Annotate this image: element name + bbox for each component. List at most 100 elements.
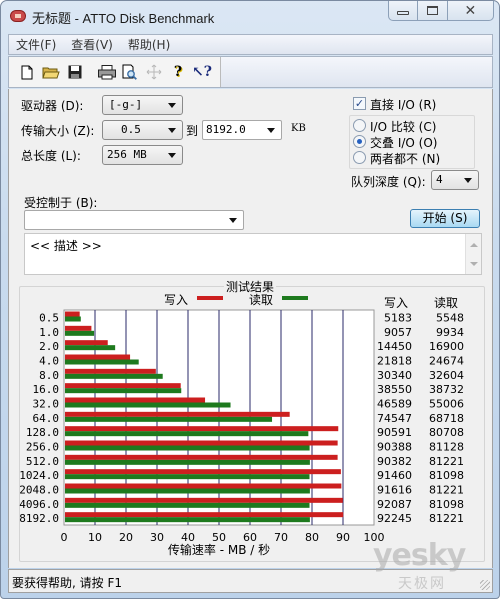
write-value: 91460 [377,469,412,482]
x-tick-label: 90 [336,531,350,544]
bar-write [65,469,341,475]
move-icon [146,64,162,80]
move-button[interactable] [145,63,163,81]
minimize-icon [397,10,410,15]
write-value: 74547 [377,412,412,425]
bar-read [65,359,139,365]
write-value: 30340 [377,369,412,382]
category-label: 0.5 [39,312,59,325]
bar-read [65,502,310,508]
close-button[interactable]: ✕ [448,1,493,20]
write-value: 9057 [384,326,412,339]
bar-write [65,354,131,360]
x-tick-label: 0 [61,531,68,544]
write-value: 91616 [377,484,412,497]
help-button[interactable]: ? [169,63,187,81]
read-value: 9934 [436,326,464,339]
main-panel: 驱动器 (D): [-g-] 传输大小 (Z): 0.5 到 8192.0 KB… [8,89,493,568]
bar-read [65,445,310,451]
bar-write [65,383,181,389]
category-label: 1024.0 [19,469,59,482]
write-value: 92087 [377,498,412,511]
window-title: 无标题 - ATTO Disk Benchmark [32,11,215,26]
bar-read [65,488,310,494]
app-window: 无标题 - ATTO Disk Benchmark ✕ 文件(F) 查看(V) … [0,0,500,599]
open-file-button[interactable] [42,63,60,81]
read-value: 81221 [429,512,464,525]
toolbar-button-group: ? ↖? [9,57,221,87]
bar-read [65,517,310,523]
read-value: 16900 [429,340,464,353]
status-text: 要获得帮助, 请按 F1 [12,576,122,590]
x-tick-label: 80 [305,531,319,544]
bar-read [65,459,310,465]
read-value: 81098 [429,498,464,511]
atto-app-icon [10,10,26,22]
legend-label-0: 写入 [164,293,188,307]
category-label: 2.0 [39,340,59,353]
category-label: 64.0 [33,412,60,425]
read-value: 32604 [429,369,464,382]
bar-write [65,368,156,374]
title-bar[interactable]: 无标题 - ATTO Disk Benchmark ✕ [1,1,499,31]
read-value: 38732 [429,383,464,396]
print-button[interactable] [98,63,116,81]
legend-swatch-0 [197,296,223,300]
read-value: 55006 [429,398,464,411]
x-tick-label: 30 [150,531,164,544]
bar-write [65,497,343,503]
menu-view[interactable]: 查看(V) [64,36,121,53]
category-label: 128.0 [26,426,59,439]
read-value: 81221 [429,484,464,497]
category-label: 8.0 [39,369,59,382]
new-file-button[interactable] [18,63,36,81]
bar-write [65,325,92,331]
write-value: 21818 [377,355,412,368]
maximize-button[interactable] [418,1,448,20]
print-preview-icon [122,64,137,80]
bar-write [65,426,339,432]
legend-swatch-1 [282,296,308,300]
bar-read [65,345,116,351]
x-tick-label: 20 [119,531,133,544]
bar-write [65,340,108,346]
bar-read [65,388,182,394]
menu-file[interactable]: 文件(F) [9,36,64,53]
bar-read [65,373,163,379]
write-value: 90388 [377,441,412,454]
write-value: 5183 [384,312,412,325]
category-label: 4096.0 [19,498,59,511]
save-icon [68,65,82,79]
bar-read [65,402,231,408]
read-value: 80708 [429,426,464,439]
x-tick-label: 10 [88,531,102,544]
bar-read [65,330,95,336]
close-icon: ✕ [464,2,477,19]
resize-grip[interactable] [480,580,490,590]
category-label: 256.0 [26,441,59,454]
menu-help[interactable]: 帮助(H) [121,36,178,53]
category-label: 512.0 [26,455,59,468]
write-value: 14450 [377,340,412,353]
watermark-subtitle: 天极网 [398,576,446,592]
read-value: 81221 [429,455,464,468]
bar-read [65,431,309,437]
new-icon [21,65,33,79]
category-label: 32.0 [33,398,60,411]
legend-label-1: 读取 [249,293,273,307]
toolbar: ? ↖? [8,56,493,88]
open-folder-icon [42,67,60,79]
context-help-button[interactable]: ↖? [192,63,212,81]
bar-write [65,397,206,403]
write-value: 92245 [377,512,412,525]
read-value: 81128 [429,441,464,454]
read-value: 68718 [429,412,464,425]
read-value: 5548 [436,312,464,325]
save-file-button[interactable] [66,63,84,81]
print-preview-button[interactable] [121,63,139,81]
category-label: 8192.0 [19,512,59,525]
context-help-icon: ↖? [192,64,212,80]
minimize-button[interactable] [389,1,419,20]
read-value: 24674 [429,355,464,368]
bar-read [65,316,81,322]
